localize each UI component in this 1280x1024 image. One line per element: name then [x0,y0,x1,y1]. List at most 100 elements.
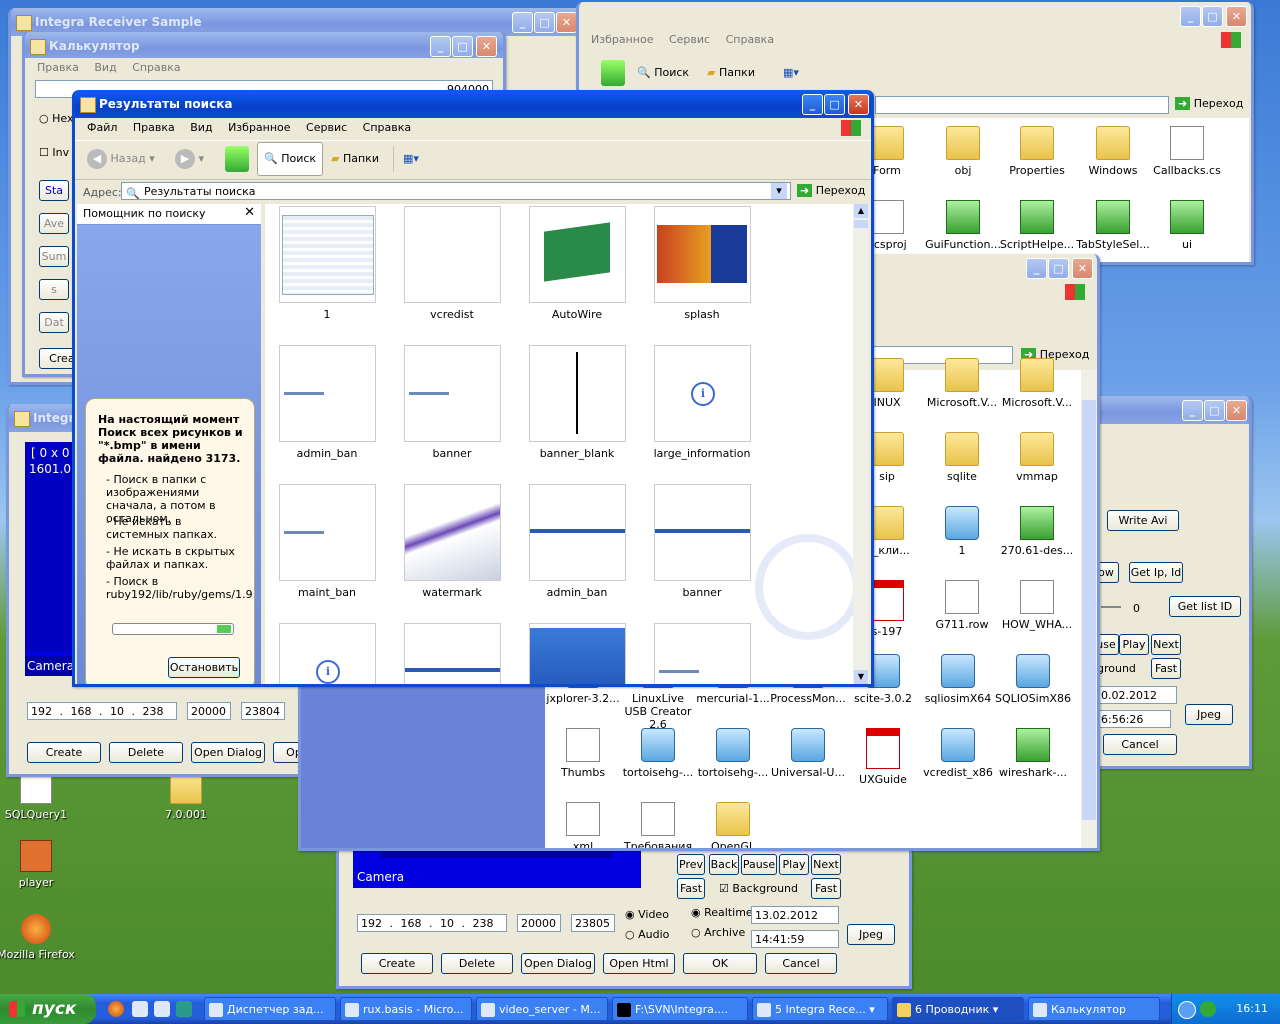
open-dialog-button[interactable]: Open Dialog [191,742,265,763]
taskbar-item-task-manager[interactable]: Диспетчер зад... [204,997,336,1021]
folders-button[interactable]: ▰ Папки [331,146,379,172]
stop-search-button[interactable]: Остановить [168,657,240,678]
address-dropdown-button[interactable]: ▾ [771,183,787,199]
file-item[interactable]: ScriptHelpe... [999,200,1075,251]
file-item[interactable]: Callbacks.cs [1149,126,1225,177]
vertical-scrollbar[interactable]: ▲ ▼ [853,204,869,684]
menu-tools[interactable]: Сервис [306,121,347,134]
scrollbar-thumb[interactable] [854,220,868,228]
create-button[interactable]: Create [27,742,101,763]
file-item[interactable]: SQLIOSimX86 [995,654,1071,705]
background-checkbox-label[interactable]: ground [1097,662,1136,675]
radio-hex[interactable]: ○ Hex [39,112,73,125]
close-button[interactable]: ✕ [1226,6,1247,27]
quicklaunch-icon[interactable] [132,1001,148,1017]
minimize-button[interactable]: _ [802,94,823,115]
menu-edit[interactable]: Правка [37,61,79,74]
maximize-button[interactable]: □ [452,36,473,57]
port-field-1[interactable]: 20000 [517,914,561,932]
thumbnail-ban[interactable] [404,345,501,442]
calc-dat-button[interactable]: Dat [39,312,69,333]
pause-button[interactable]: Pause [741,854,777,875]
tray-expand-icon[interactable] [1178,1001,1196,1019]
vertical-scrollbar[interactable] [1081,370,1097,848]
delete-button[interactable]: Delete [441,953,513,974]
radio-archive[interactable]: ○ Archive [691,926,745,939]
scrollbar-thumb[interactable] [1082,400,1096,820]
check-inv[interactable]: ☐ Inv [39,146,69,159]
minimize-button[interactable]: _ [1182,400,1203,421]
go-button[interactable]: ➜ Переход [797,184,865,197]
ok-button[interactable]: OK [683,953,757,974]
thumbnail-bluebg[interactable] [529,623,626,684]
thumbnail-info[interactable]: i [279,623,376,684]
close-button[interactable]: ✕ [848,94,869,115]
taskbar-item-cmd[interactable]: F:\SVN\Integra.... [612,997,748,1021]
calc-sum-button[interactable]: Sum [39,246,69,267]
file-item[interactable]: Microsoft.V... [924,358,1000,409]
file-item[interactable]: tortoisehg-... [695,728,771,779]
close-button[interactable]: ✕ [476,36,497,57]
maximize-button[interactable]: □ [824,94,845,115]
port-field-2[interactable]: 23804 [241,702,285,720]
close-button[interactable]: ✕ [1072,258,1093,279]
menu-help[interactable]: Справка [726,33,774,46]
file-item[interactable]: G711.row [924,580,1000,631]
file-item[interactable]: sqlite [924,432,1000,483]
thumbnail-wave[interactable] [404,484,501,581]
clock[interactable]: 16:11 [1236,994,1268,1024]
network-icon[interactable] [1200,1001,1216,1017]
file-item[interactable]: HOW_WHA... [999,580,1075,631]
file-item[interactable]: GuiFunction... [925,200,1001,251]
radio-video[interactable]: ◉ Video [625,908,669,921]
file-item[interactable]: OpenGL [695,802,771,848]
file-item[interactable]: wireshark-... [995,728,1071,779]
up-folder-button[interactable] [601,60,625,86]
menu-edit[interactable]: Правка [133,121,175,134]
play-button[interactable]: Play [1119,634,1149,655]
maximize-button[interactable]: □ [1204,400,1225,421]
minimize-button[interactable]: _ [1180,6,1201,27]
get-ip-id-button[interactable]: Get Ip, Id [1129,562,1183,583]
desktop-icon-firefox[interactable]: Mozilla Firefox [0,914,76,961]
menu-tools[interactable]: Сервис [669,33,710,46]
date-field[interactable]: 0.02.2012 [1097,686,1177,704]
file-item[interactable]: 270.61-des... [999,506,1075,557]
maximize-button[interactable]: □ [1048,258,1069,279]
address-field[interactable]: 🔍 Результаты поиска [121,182,791,200]
taskbar-item-video-server[interactable]: video_server - M... [476,997,608,1021]
ip-address-field[interactable]: 192 . 168 . 10 . 238 [27,702,177,720]
calc-sta-button[interactable]: Sta [39,180,69,201]
file-item[interactable]: xml [545,802,621,848]
close-button[interactable]: ✕ [1226,400,1247,421]
menu-view[interactable]: Вид [94,61,116,74]
file-item[interactable]: Properties [999,126,1075,177]
delete-button[interactable]: Delete [109,742,183,763]
search-button[interactable]: 🔍 Поиск [257,142,324,176]
file-item[interactable]: Thumbs [545,728,621,779]
desktop-icon-sqlquery[interactable]: SQLQuery1 [0,772,76,821]
menu-favorites[interactable]: Избранное [228,121,290,134]
thumbnail-stripe[interactable] [529,484,626,581]
prev-button[interactable]: Prev [677,854,705,875]
firefox-quicklaunch-icon[interactable] [108,1001,124,1017]
calc-ave-button[interactable]: Ave [39,213,69,234]
thumbnail-line[interactable] [529,345,626,442]
close-button[interactable]: ✕ [556,12,577,33]
close-icon[interactable]: ✕ [244,205,255,220]
date-picker[interactable]: 13.02.2012 [751,906,839,924]
menu-view[interactable]: Вид [190,121,212,134]
thumbnail-stripe[interactable] [404,623,501,684]
menu-help[interactable]: Справка [132,61,180,74]
folders-button[interactable]: ▰ Папки [707,60,755,86]
background-checkbox[interactable]: ☑ Background [719,882,798,895]
time-field[interactable]: 6:56:26 [1097,710,1171,728]
address-field[interactable] [875,96,1169,114]
fast-button[interactable]: Fast [1151,658,1181,679]
desktop-quicklaunch-icon[interactable] [154,1001,170,1017]
back-button[interactable]: Back [709,854,739,875]
menu-help[interactable]: Справка [363,121,411,134]
maximize-button[interactable]: □ [1202,6,1223,27]
jpeg-button[interactable]: Jpeg [1185,704,1233,725]
next-button[interactable]: Next [1151,634,1181,655]
